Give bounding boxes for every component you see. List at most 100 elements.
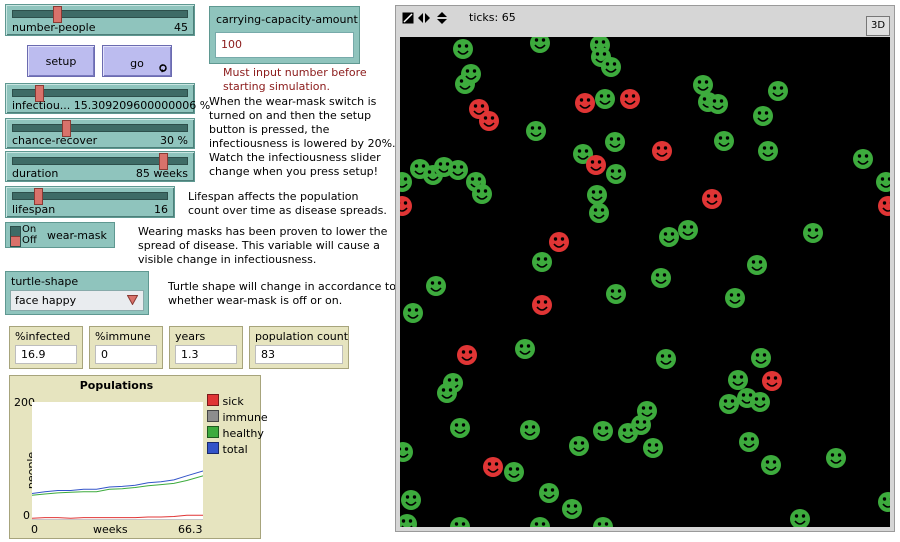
sick-person-face-icon — [457, 345, 477, 365]
note-line: Watch the infectiousness slider — [209, 151, 381, 164]
wear-mask-switch[interactable]: On Off wear-mask — [5, 222, 115, 248]
legend-swatch — [207, 394, 219, 406]
sick-person-face-icon — [652, 141, 672, 161]
plot-title: Populations — [79, 379, 154, 392]
chooser-dropdown[interactable]: face happy — [10, 290, 144, 311]
healthy-person-face-icon — [450, 418, 470, 438]
healthy-person-face-icon — [750, 392, 770, 412]
note-line: Lifespan affects the population — [188, 190, 359, 203]
edit-icon[interactable] — [402, 12, 414, 24]
note-line: Turtle shape will change in accordance t… — [168, 280, 396, 293]
setup-button[interactable]: setup — [27, 45, 95, 77]
healthy-person-face-icon — [595, 89, 615, 109]
healthy-person-face-icon — [803, 223, 823, 243]
healthy-person-face-icon — [753, 106, 773, 126]
populations-plot: Populations 200 0 people 0 66.3 weeks si… — [9, 375, 268, 539]
wear-mask-switch-note: When the wear-mask switch is turned on a… — [209, 95, 396, 179]
x-tick-label: 0 — [31, 523, 38, 536]
forever-icon — [159, 64, 167, 73]
legend-label: total — [222, 443, 248, 456]
legend-label: sick — [222, 395, 244, 408]
slider-label: duration — [12, 167, 59, 180]
years-monitor: years 1.3 — [169, 326, 243, 369]
x-axis-label: weeks — [93, 523, 128, 536]
healthy-person-face-icon — [504, 462, 524, 482]
chooser-label: turtle-shape — [11, 275, 79, 288]
healthy-person-face-icon — [751, 348, 771, 368]
setup-button-label: setup — [45, 55, 77, 68]
healthy-person-face-icon — [631, 415, 651, 435]
chooser-value: face happy — [15, 294, 77, 307]
note-line: visible change in infectiousness. — [138, 253, 317, 266]
healthy-person-face-icon — [515, 339, 535, 359]
healthy-person-face-icon — [593, 421, 613, 441]
healthy-person-face-icon — [714, 131, 734, 151]
legend-swatch — [207, 410, 219, 422]
healthy-person-face-icon — [708, 94, 728, 114]
switch-knob[interactable] — [11, 236, 20, 246]
vertical-arrows-icon[interactable] — [436, 12, 448, 24]
healthy-person-face-icon — [826, 448, 846, 468]
slider-label: lifespan — [12, 203, 56, 216]
slider-value: 30 % — [160, 134, 188, 147]
legend-entry: sick — [207, 394, 268, 410]
horizontal-arrows-icon[interactable] — [418, 12, 430, 24]
three-d-button[interactable]: 3D — [866, 16, 890, 36]
lifespan-slider[interactable]: lifespan 16 — [5, 186, 175, 218]
immune-monitor: %immune 0 — [89, 326, 163, 369]
sick-person-face-icon — [586, 155, 606, 175]
healthy-person-face-icon — [659, 227, 679, 247]
note-line: whether wear-mask is off or on. — [168, 294, 343, 307]
switch-label: wear-mask — [47, 229, 107, 242]
legend-entry: total — [207, 442, 268, 458]
healthy-person-face-icon — [747, 255, 767, 275]
healthy-person-face-icon — [768, 81, 788, 101]
healthy-person-face-icon — [587, 185, 607, 205]
slider-track — [12, 10, 188, 18]
monitor-label: population count — [255, 330, 349, 343]
world-canvas[interactable] — [400, 37, 890, 527]
healthy-person-face-icon — [725, 288, 745, 308]
healthy-person-face-icon — [758, 141, 778, 161]
population-count-monitor: population count 83 — [249, 326, 349, 369]
healthy-person-face-icon — [426, 276, 446, 296]
legend-label: healthy — [222, 427, 264, 440]
healthy-person-face-icon — [532, 252, 552, 272]
switch-track — [10, 226, 21, 247]
chance-recover-slider[interactable]: chance-recover 30 % — [5, 118, 195, 149]
carrying-capacity-field[interactable]: 100 — [215, 32, 354, 58]
monitor-label: %immune — [95, 330, 151, 343]
turtle-shape-chooser[interactable]: turtle-shape face happy — [5, 271, 149, 315]
healthy-person-face-icon — [656, 349, 676, 369]
healthy-person-face-icon — [401, 490, 421, 510]
carrying-capacity-label: carrying-capacity-amount — [216, 13, 358, 26]
legend-label: immune — [222, 411, 268, 424]
slider-track — [12, 124, 188, 132]
sick-person-face-icon — [762, 371, 782, 391]
wear-mask-note: Wearing masks has been proven to lower t… — [138, 225, 387, 267]
healthy-person-face-icon — [601, 57, 621, 77]
note-line: infectiousness is lowered by 20%. — [209, 137, 396, 150]
go-button[interactable]: go — [102, 45, 172, 77]
healthy-person-face-icon — [403, 303, 423, 323]
healthy-person-face-icon — [569, 436, 589, 456]
monitor-value: 83 — [255, 345, 343, 364]
warning-line: starting simulation. — [223, 80, 330, 93]
monitor-value: 0 — [95, 345, 157, 364]
monitor-label: years — [175, 330, 206, 343]
duration-slider[interactable]: duration 85 weeks — [5, 151, 195, 182]
note-line: When the wear-mask switch is — [209, 95, 377, 108]
healthy-person-face-icon — [520, 420, 540, 440]
number-people-slider[interactable]: number-people 45 — [5, 4, 195, 36]
sick-person-face-icon — [575, 93, 595, 113]
monitor-label: %infected — [15, 330, 71, 343]
infectiousness-slider[interactable]: infectiou... 15.309209600000006 % — [5, 83, 210, 114]
switch-off-label: Off — [22, 235, 37, 246]
ticks-counter: ticks: 65 — [469, 11, 516, 24]
slider-value: 16 — [154, 203, 168, 216]
healthy-person-face-icon — [853, 149, 873, 169]
healthy-person-face-icon — [526, 121, 546, 141]
legend-swatch — [207, 442, 219, 454]
switch-on-label: On — [22, 224, 37, 235]
note-line: spread of disease. This variable will ca… — [138, 239, 380, 252]
